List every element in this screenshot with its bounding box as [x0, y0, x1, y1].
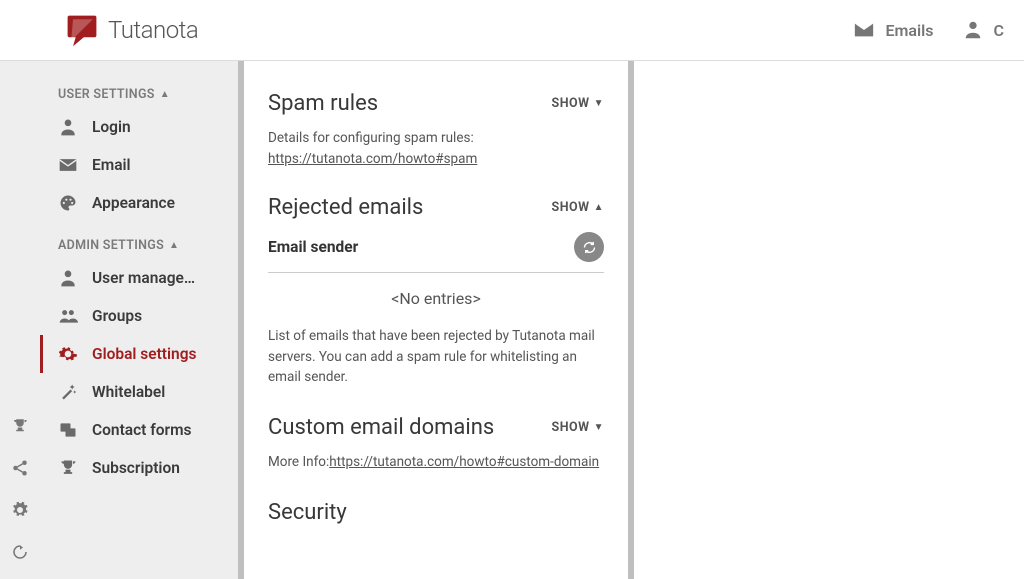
sidebar-item-label: Login: [92, 118, 131, 136]
caret-down-icon: ▼: [594, 422, 604, 433]
sidebar-item-contact-forms[interactable]: Contact forms: [40, 411, 238, 449]
section-custom-domains: Custom email domains SHOW ▼ More Info:ht…: [268, 415, 604, 472]
show-toggle-custom[interactable]: SHOW ▼: [552, 420, 604, 435]
mail-icon: [853, 19, 875, 41]
sidebar-item-subscription[interactable]: Subscription: [40, 449, 238, 487]
section-title: Rejected emails: [268, 195, 423, 220]
sidebar-item-groups[interactable]: Groups: [40, 297, 238, 335]
sidebar-item-email[interactable]: Email: [40, 146, 238, 184]
nav-emails[interactable]: Emails: [853, 19, 933, 41]
trophy-icon: [58, 458, 78, 478]
custom-desc: More Info:https://tutanota.com/howto#cus…: [268, 452, 604, 472]
spam-link[interactable]: https://tutanota.com/howto#spam: [268, 151, 477, 167]
share-icon: [11, 459, 29, 477]
palette-icon: [58, 193, 78, 213]
rejected-help-text: List of emails that have been rejected b…: [268, 326, 604, 387]
content: Spam rules SHOW ▼ Details for configurin…: [244, 61, 1024, 579]
forms-icon: [58, 420, 78, 440]
person-icon: [58, 268, 78, 288]
section-title: Spam rules: [268, 91, 378, 116]
nav-contacts-label: C: [994, 21, 1004, 40]
rail-share[interactable]: [0, 447, 40, 489]
gear-icon: [58, 344, 78, 364]
main-panel: Spam rules SHOW ▼ Details for configurin…: [244, 61, 628, 579]
sidebar-item-label: Subscription: [92, 459, 180, 477]
caret-up-icon: ▲: [169, 240, 179, 251]
person-icon: [58, 117, 78, 137]
left-rail: [0, 61, 40, 579]
sidebar-section-admin: ADMIN SETTINGS ▲ User manage… Groups Glo…: [40, 232, 238, 487]
section-title: Custom email domains: [268, 415, 494, 440]
refresh-button[interactable]: [574, 232, 604, 262]
logo-text: Tutanota: [108, 16, 198, 44]
nav-emails-label: Emails: [885, 21, 933, 40]
nav-contacts[interactable]: C: [962, 19, 1004, 41]
rail-logout[interactable]: [0, 531, 40, 573]
sidebar-item-global-settings[interactable]: Global settings: [40, 335, 238, 373]
sidebar-item-label: Groups: [92, 307, 142, 325]
header-nav: Emails C: [853, 19, 1004, 41]
sidebar-item-label: Global settings: [92, 345, 196, 363]
email-sender-header: Email sender: [268, 238, 358, 256]
right-panel: [634, 61, 1024, 579]
section-title: Security: [268, 500, 347, 525]
sidebar-heading-user[interactable]: USER SETTINGS ▲: [40, 81, 238, 108]
show-toggle-rejected[interactable]: SHOW ▲: [552, 200, 604, 215]
sidebar-item-label: User manage…: [92, 269, 195, 287]
caret-up-icon: ▲: [594, 202, 604, 213]
sidebar: USER SETTINGS ▲ Login Email Appearance A…: [40, 61, 238, 579]
app-body: USER SETTINGS ▲ Login Email Appearance A…: [0, 60, 1024, 579]
sidebar-item-label: Appearance: [92, 194, 175, 212]
caret-up-icon: ▲: [160, 89, 170, 100]
spam-desc: Details for configuring spam rules:: [268, 128, 604, 148]
logout-icon: [11, 543, 29, 561]
no-entries-text: <No entries>: [268, 289, 604, 308]
section-security: Security: [268, 500, 604, 525]
rail-settings[interactable]: [0, 489, 40, 531]
sidebar-item-appearance[interactable]: Appearance: [40, 184, 238, 222]
mail-icon: [58, 155, 78, 175]
sidebar-item-label: Email: [92, 156, 131, 174]
caret-down-icon: ▼: [594, 98, 604, 109]
rail-trophy[interactable]: [0, 405, 40, 447]
refresh-icon: [582, 240, 597, 255]
wand-icon: [58, 382, 78, 402]
sidebar-item-label: Contact forms: [92, 421, 192, 439]
sidebar-section-user: USER SETTINGS ▲ Login Email Appearance: [40, 81, 238, 222]
section-spam-rules: Spam rules SHOW ▼ Details for configurin…: [268, 91, 604, 167]
trophy-icon: [11, 417, 29, 435]
sidebar-item-label: Whitelabel: [92, 383, 165, 401]
sidebar-heading-admin[interactable]: ADMIN SETTINGS ▲: [40, 232, 238, 259]
sidebar-item-login[interactable]: Login: [40, 108, 238, 146]
show-toggle-spam[interactable]: SHOW ▼: [552, 96, 604, 111]
logo-icon: [64, 12, 100, 48]
group-icon: [58, 306, 78, 326]
logo[interactable]: Tutanota: [64, 12, 198, 48]
person-icon: [962, 19, 984, 41]
gear-icon: [11, 501, 29, 519]
sidebar-item-user-management[interactable]: User manage…: [40, 259, 238, 297]
sidebar-item-whitelabel[interactable]: Whitelabel: [40, 373, 238, 411]
section-rejected-emails: Rejected emails SHOW ▲ Email sender <No …: [268, 195, 604, 387]
custom-link[interactable]: https://tutanota.com/howto#custom-domain: [329, 452, 599, 472]
app-header: Tutanota Emails C: [0, 0, 1024, 60]
